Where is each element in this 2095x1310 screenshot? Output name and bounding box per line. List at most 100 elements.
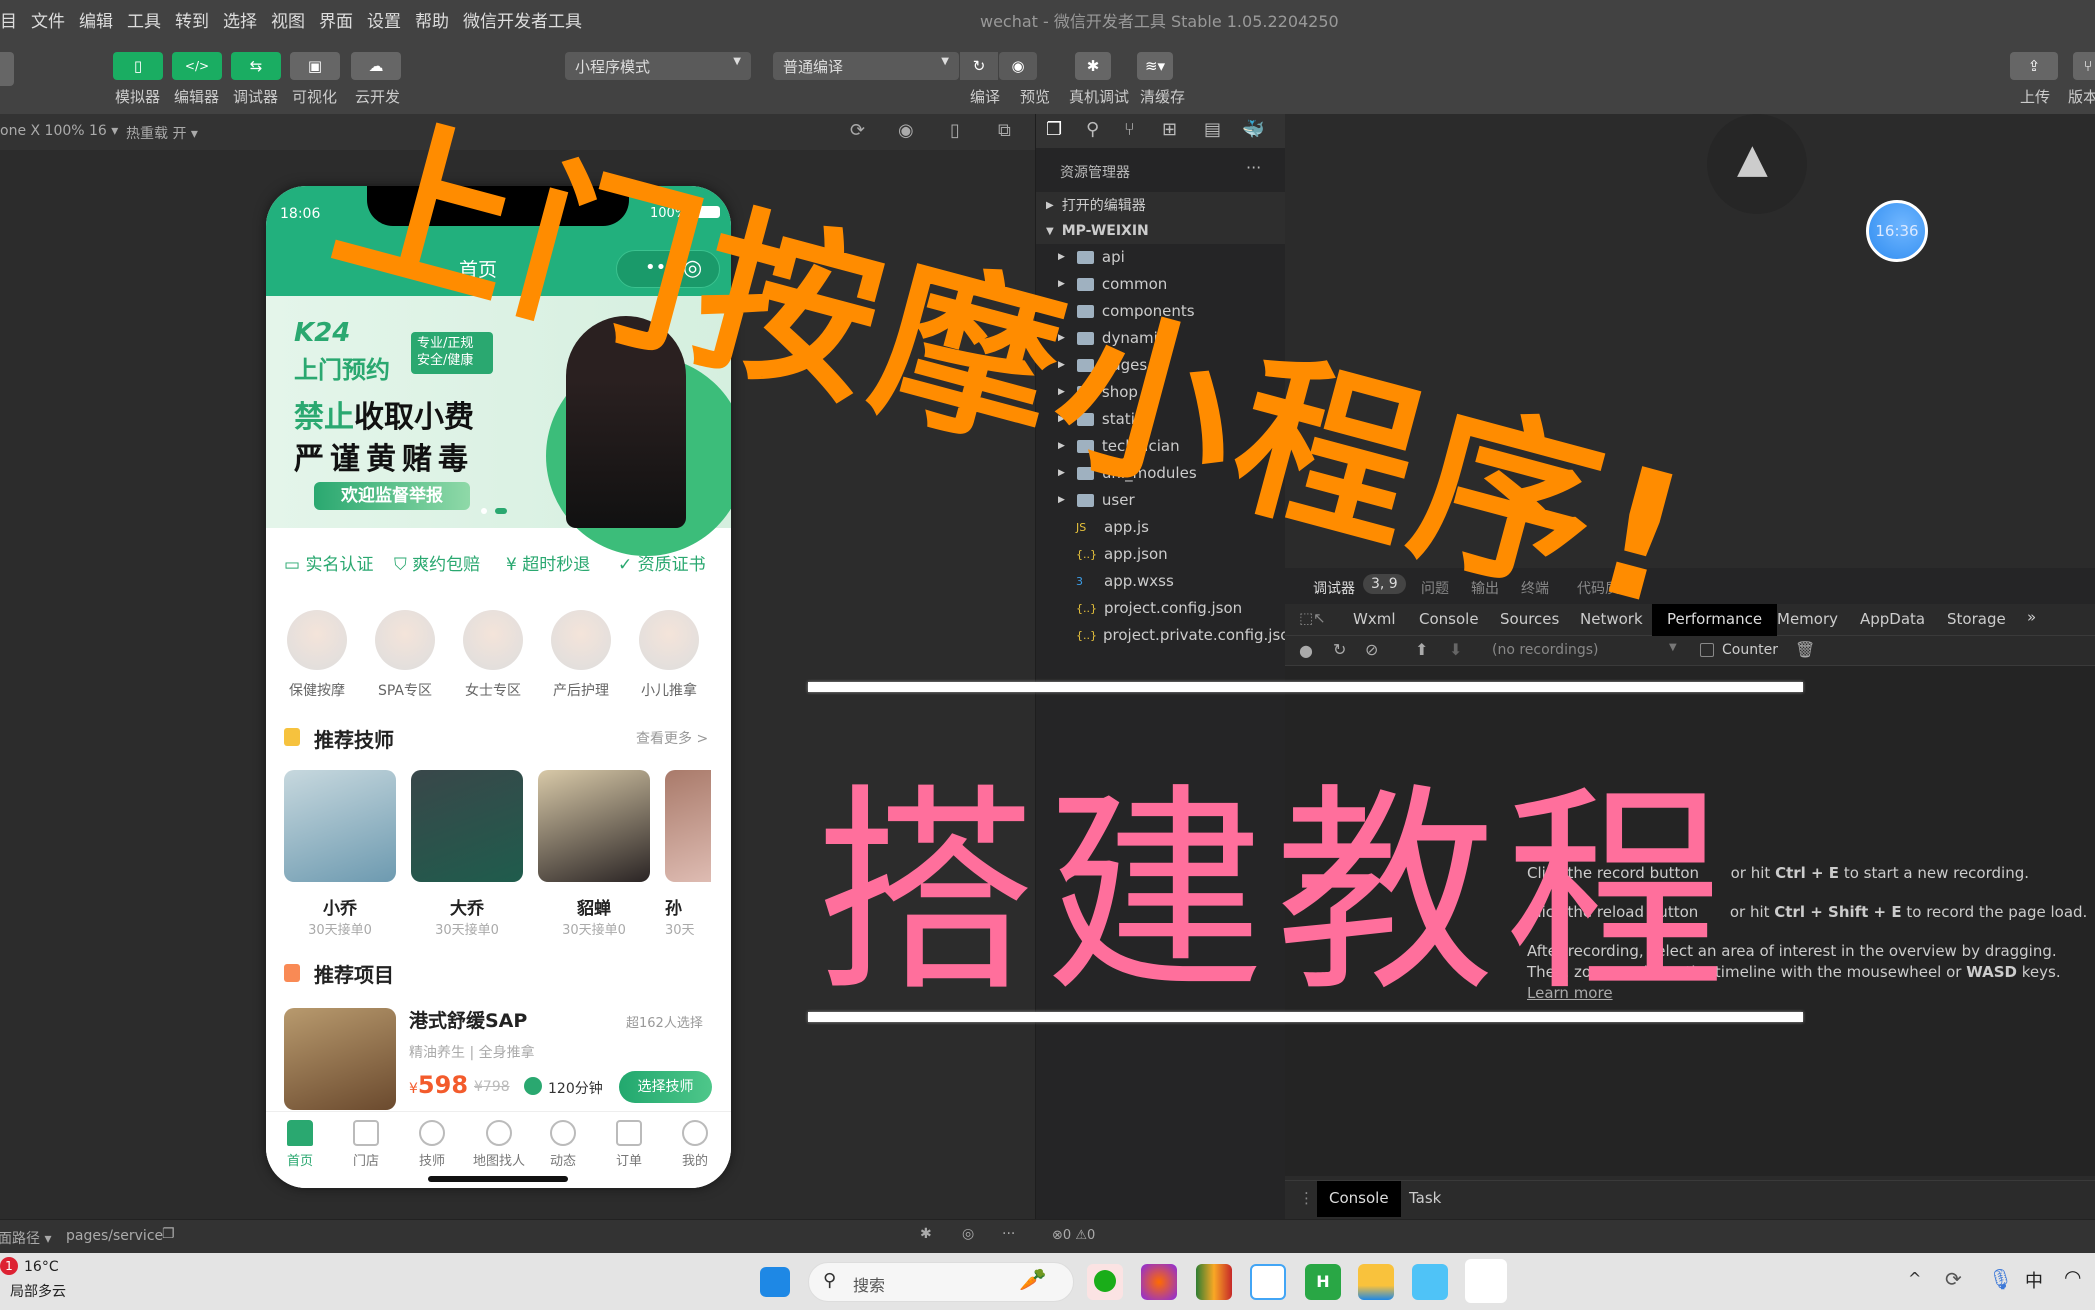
file-item[interactable]: 3 app.wxss [1036, 568, 1286, 594]
category-item[interactable]: 小儿推拿 [633, 610, 705, 700]
firefox-app-icon[interactable] [1141, 1264, 1177, 1300]
files-icon[interactable]: ❐ [1046, 119, 1062, 140]
menu-item-goto[interactable]: 转到 [175, 7, 209, 32]
menu-item-tools[interactable]: 工具 [127, 7, 161, 32]
menu-item-edit[interactable]: 编辑 [79, 7, 113, 32]
preview-button[interactable]: ◉ [999, 52, 1037, 80]
menu-item-interface[interactable]: 界面 [319, 7, 353, 32]
tab-home[interactable]: 首页 [269, 1120, 331, 1169]
device-select[interactable]: one X 100% 16 ▾ [0, 123, 118, 139]
tab-technician[interactable]: 技师 [401, 1120, 463, 1169]
tab-appdata[interactable]: AppData [1860, 610, 1925, 628]
trash-icon[interactable]: 🗑 [1795, 640, 1815, 659]
reload-record-button[interactable]: ↻ [1333, 640, 1346, 659]
tab-moments[interactable]: 动态 [532, 1120, 594, 1169]
select-technician-button[interactable]: 选择技师 [619, 1071, 712, 1103]
version-button[interactable]: ⑂ [2073, 52, 2095, 80]
winrar-app-icon[interactable] [1196, 1264, 1232, 1300]
taskbar-search[interactable]: ⚲ 搜索 🥕 [808, 1262, 1074, 1302]
extensions-icon[interactable]: ⊞ [1162, 119, 1177, 140]
inspect-icon[interactable]: ⬚↖ [1299, 609, 1326, 627]
temperature[interactable]: 16°C [24, 1259, 59, 1275]
clear-icon[interactable]: ⊘ [1365, 640, 1378, 659]
menu-item[interactable]: 目 [0, 7, 17, 32]
upload-profile-icon[interactable]: ⬆ [1415, 640, 1428, 659]
microphone-icon[interactable]: 🎙 [1988, 1267, 2013, 1291]
tab-orders[interactable]: 订单 [598, 1120, 660, 1169]
visual-button[interactable]: ▣ [290, 52, 340, 80]
technician-card[interactable]: 小乔 30天接单0 [284, 770, 396, 938]
menu-item-file[interactable]: 文件 [31, 7, 65, 32]
technician-card[interactable]: 大乔 30天接单0 [411, 770, 523, 938]
record-button[interactable]: ● [1299, 641, 1313, 660]
tab-console[interactable]: Console [1419, 610, 1479, 628]
explorer-more-icon[interactable]: ··· [1246, 158, 1261, 177]
technician-card[interactable]: 孙 30天 [665, 770, 711, 938]
download-profile-icon[interactable]: ⬇ [1449, 640, 1462, 659]
layout-icon[interactable]: ▤ [1204, 119, 1221, 140]
git-icon[interactable]: ⑂ [1124, 119, 1135, 140]
drawer-tab-task[interactable]: Task [1409, 1189, 1441, 1207]
more-tabs-icon[interactable]: » [2027, 608, 2036, 626]
ime-indicator[interactable]: 中 [2025, 1267, 2043, 1293]
drawer-tab-console[interactable]: Console [1317, 1181, 1401, 1217]
menu-item-wechat-devtools[interactable]: 微信开发者工具 [463, 7, 582, 32]
wifi-icon[interactable]: ◠ [2064, 1265, 2081, 1289]
copy-icon[interactable]: ❐ [162, 1226, 175, 1242]
file-explorer-app-icon[interactable] [1358, 1264, 1394, 1300]
clear-cache-button[interactable]: ≋▾ [1137, 52, 1173, 80]
tab-storage[interactable]: Storage [1947, 610, 2006, 628]
tab-wxml[interactable]: Wxml [1353, 610, 1396, 628]
baidu-netdisk-app-icon[interactable] [1250, 1264, 1286, 1300]
editor-button[interactable]: </> [172, 52, 222, 80]
bug-icon[interactable]: ✱ [920, 1226, 932, 1242]
docker-icon[interactable]: 🐳 [1242, 119, 1264, 140]
tab-performance[interactable]: Performance [1652, 604, 1778, 636]
recordings-select[interactable]: (no recordings) [1492, 642, 1598, 658]
category-item[interactable]: 女士专区 [457, 610, 529, 700]
rotate-icon[interactable]: ⟳ [850, 120, 865, 141]
file-item[interactable]: {..} project.private.config.json [1036, 622, 1299, 648]
project-image[interactable] [284, 1008, 396, 1110]
simulator-button[interactable]: ▯ [113, 52, 163, 80]
open-editors[interactable]: ▶ 打开的编辑器 [1036, 192, 1286, 218]
menu-item-view[interactable]: 视图 [271, 7, 305, 32]
more-icon[interactable]: ··· [1002, 1226, 1015, 1242]
drawer-menu-icon[interactable]: ⋮ [1299, 1189, 1314, 1207]
wechat-devtools-app-icon[interactable] [1465, 1259, 1507, 1303]
banner-report-button[interactable]: 欢迎监督举报 [314, 482, 470, 510]
tab-mine[interactable]: 我的 [664, 1120, 726, 1169]
windows-start-icon[interactable] [760, 1267, 790, 1297]
hot-reload-select[interactable]: 热重载 开 ▾ [126, 123, 198, 143]
sync-icon[interactable]: ⟳ [1945, 1267, 1962, 1291]
notepad-app-icon[interactable] [1412, 1264, 1448, 1300]
show-hidden-icons[interactable]: ^ [1908, 1269, 1921, 1288]
view-more-link[interactable]: 查看更多 > [636, 728, 708, 748]
hbuilder-app-icon[interactable]: H [1305, 1264, 1341, 1300]
menu-item-help[interactable]: 帮助 [415, 7, 449, 32]
timer-badge[interactable]: 16:36 [1866, 200, 1928, 262]
tab-memory[interactable]: Memory [1777, 610, 1838, 628]
eye-icon[interactable]: ◎ [962, 1226, 974, 1242]
avatar[interactable] [0, 52, 14, 86]
debugger-button[interactable]: ⇆ [231, 52, 281, 80]
file-item[interactable]: {..} project.config.json [1036, 595, 1286, 621]
real-device-debug-button[interactable]: ✱ [1075, 52, 1111, 80]
tab-debugger[interactable]: 调试器 [1313, 578, 1355, 606]
wechat-app-icon[interactable] [1087, 1264, 1123, 1300]
tab-map[interactable]: 地图找人 [464, 1120, 534, 1169]
carousel-dot-active[interactable] [495, 508, 507, 514]
weather-text[interactable]: 局部多云 [10, 1281, 66, 1301]
record-icon[interactable]: ◉ [898, 120, 914, 141]
category-item[interactable]: 保健按摩 [281, 610, 353, 700]
page-path-select[interactable]: 页面路径 ▾ [0, 1228, 51, 1248]
compile-button[interactable]: ↻ [960, 52, 998, 80]
project-name[interactable]: 港式舒缓SAP [409, 1006, 527, 1033]
mode-select[interactable]: 小程序模式 ▼ [565, 52, 751, 80]
counter-checkbox[interactable] [1700, 643, 1714, 657]
tab-store[interactable]: 门店 [335, 1120, 397, 1169]
technician-card[interactable]: 貂蝉 30天接单0 [538, 770, 650, 938]
menu-item-select[interactable]: 选择 [223, 7, 257, 32]
floating-assistant-button[interactable]: ▲ [1707, 114, 1807, 214]
carousel-dot[interactable] [481, 508, 487, 514]
